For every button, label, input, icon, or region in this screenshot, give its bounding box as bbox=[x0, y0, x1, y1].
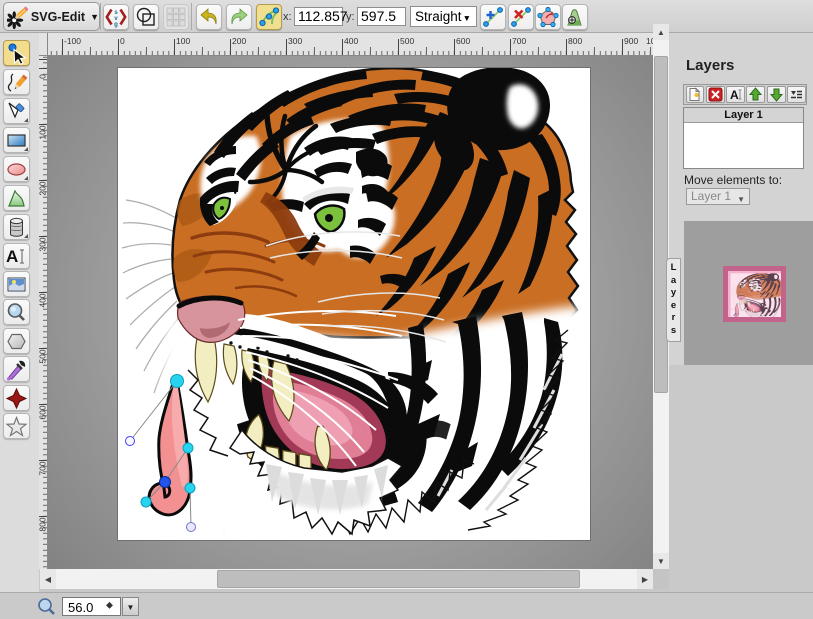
svg-text:A: A bbox=[6, 247, 18, 266]
svg-text:g: g bbox=[114, 22, 118, 28]
svg-text:A: A bbox=[730, 88, 739, 102]
